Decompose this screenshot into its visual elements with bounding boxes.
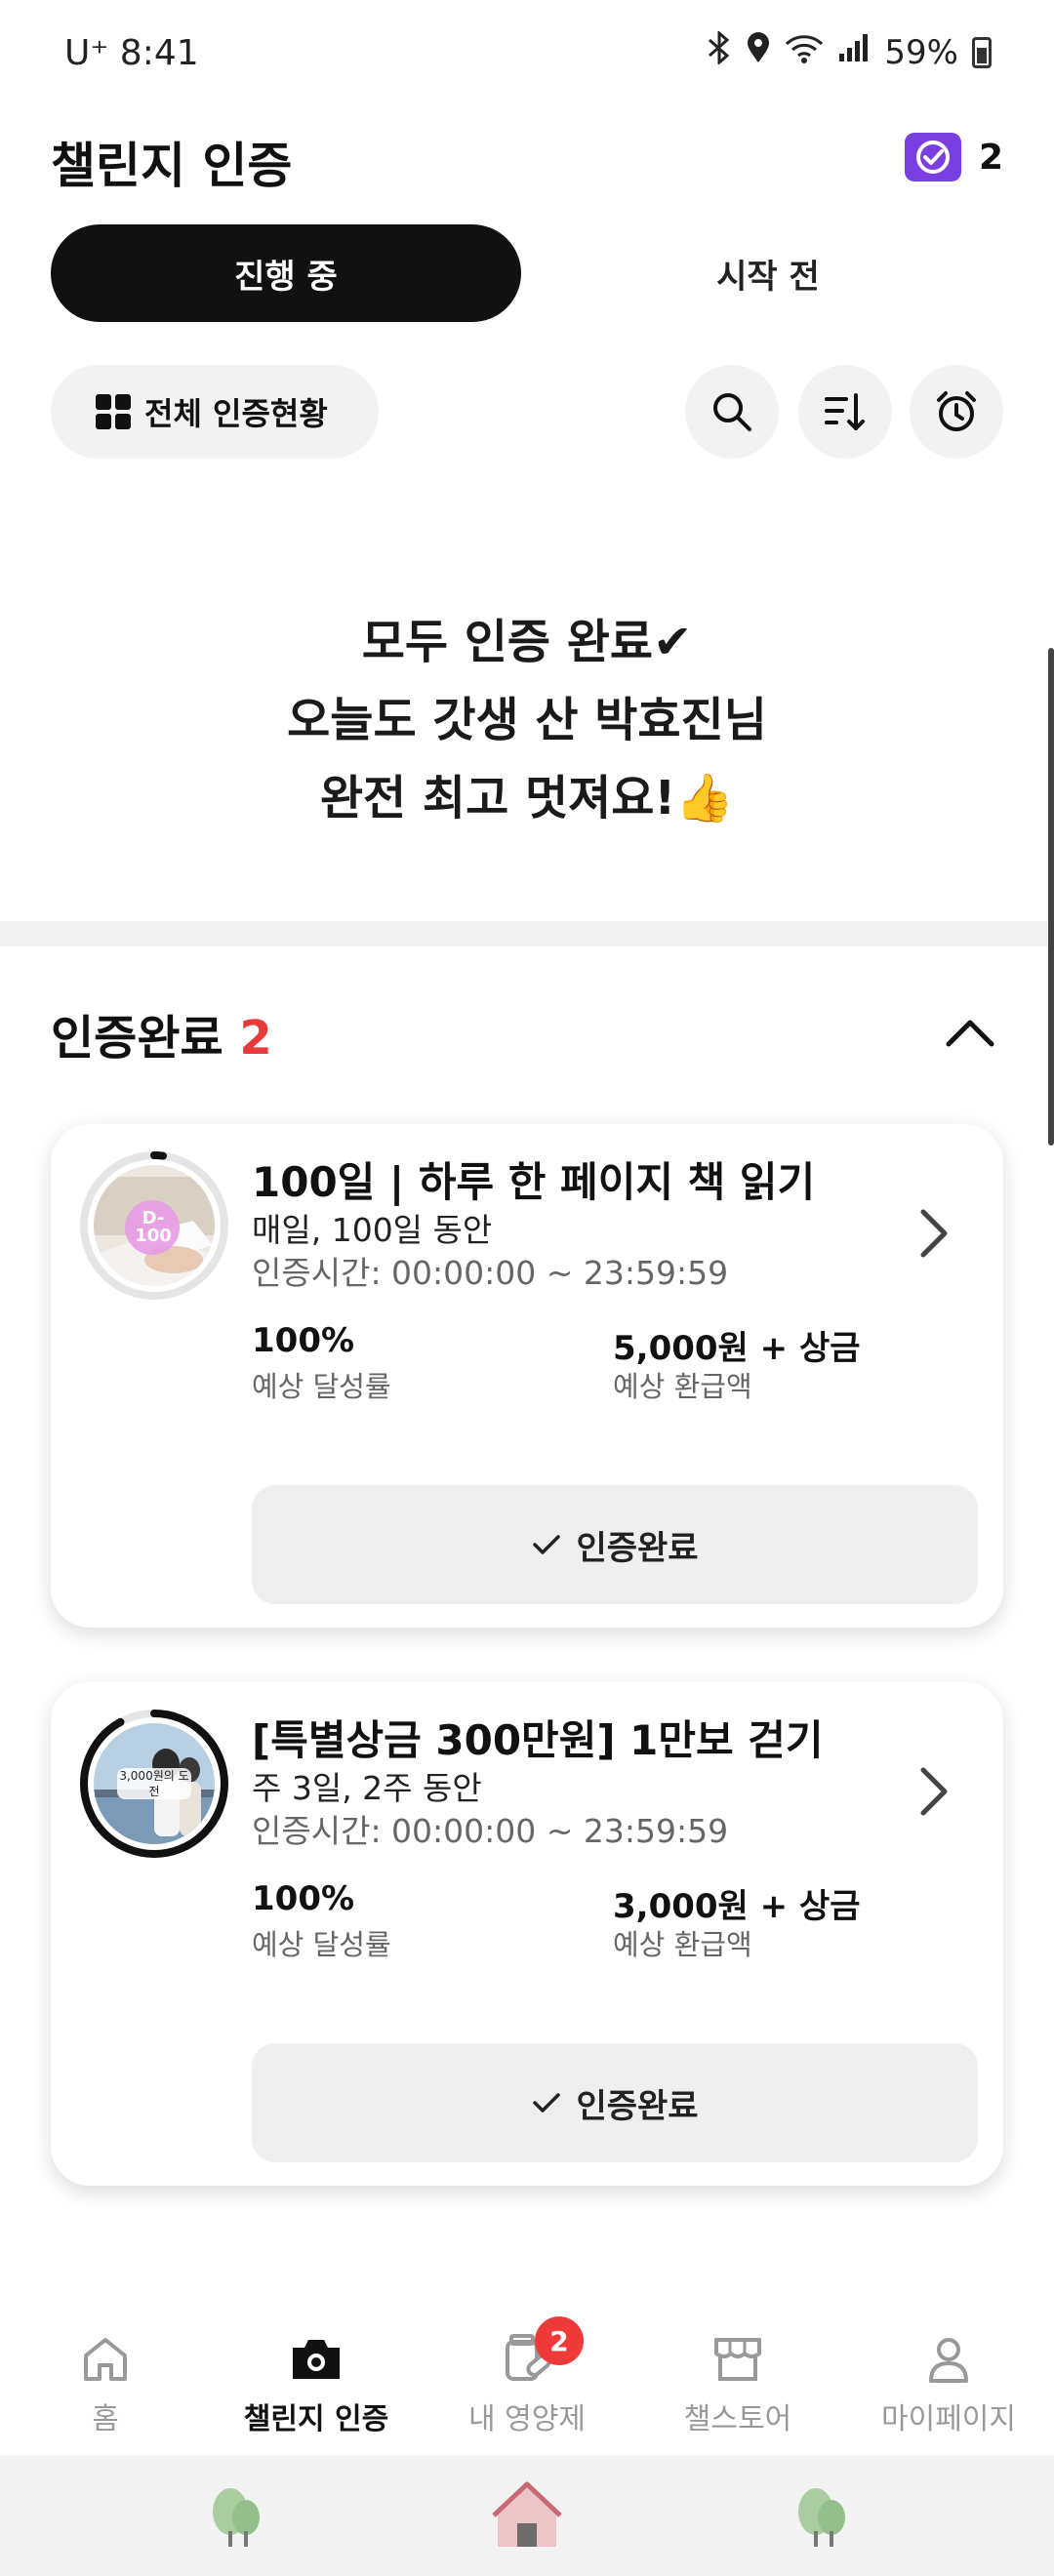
page-title: 챌린지 인증 xyxy=(51,138,293,194)
status-bar: U⁺ 8:41 59% xyxy=(0,0,1054,107)
nav-label: 홈 xyxy=(92,2402,119,2436)
nav-label: 챌린지 인증 xyxy=(243,2402,389,2436)
tree-icon[interactable] xyxy=(783,2476,861,2555)
signal-icon xyxy=(837,32,871,72)
verified-check-icon xyxy=(904,133,961,181)
achievement-rate-label: 예상 달성률 xyxy=(252,1928,391,1961)
search-icon xyxy=(713,393,751,431)
check-icon xyxy=(533,1535,561,1554)
done-label: 인증완료 xyxy=(576,2086,699,2126)
nav-label: 마이페이지 xyxy=(881,2402,1016,2436)
thumbnail-tag: 3,000원의 도전 xyxy=(117,1768,191,1799)
overview-label: 전체 인증현황 xyxy=(144,395,328,432)
card-verify-time: 인증시간: 00:00:00 ~ 23:59:59 xyxy=(252,1254,729,1292)
status-icons: 59% xyxy=(707,29,992,73)
scroll-indicator xyxy=(1048,648,1054,1146)
refund-label: 예상 환급액 xyxy=(613,1928,752,1961)
home-house-icon[interactable] xyxy=(488,2476,566,2555)
wifi-icon xyxy=(785,32,824,72)
completion-message: 모두 인증 완료✔ 오늘도 갓생 산 박효진님 완전 최고 멋져요!👍 xyxy=(0,603,1054,837)
section-title: 인증완료 2 xyxy=(51,999,272,1067)
section-divider xyxy=(0,921,1054,946)
card-verify-time: 인증시간: 00:00:00 ~ 23:59:59 xyxy=(252,1812,729,1850)
nav-supplements[interactable]: 2 내 영양제 xyxy=(422,2316,632,2437)
store-icon xyxy=(709,2330,767,2389)
refund-label: 예상 환급액 xyxy=(613,1370,752,1403)
card-title: [특별상금 300만원] 1만보 걷기 xyxy=(252,1716,824,1764)
check-icon xyxy=(533,2093,561,2113)
tree-icon[interactable] xyxy=(197,2476,275,2555)
chevron-up-icon xyxy=(946,1020,994,1047)
section-title-label: 인증완료 xyxy=(51,1011,223,1066)
chevron-right-icon[interactable] xyxy=(913,1206,953,1261)
supplement-icon: 2 xyxy=(498,2316,584,2389)
achievement-rate-label: 예상 달성률 xyxy=(252,1370,391,1403)
collapse-button[interactable] xyxy=(941,1005,999,1064)
challenge-thumbnail: 3,000원의 도전 xyxy=(76,1706,232,1862)
bluetooth-icon xyxy=(707,29,732,73)
nav-label: 챌스토어 xyxy=(683,2402,792,2436)
challenge-card[interactable]: D-100 100일 | 하루 한 페이지 책 읽기 매일, 100일 동안 인… xyxy=(51,1124,1003,1628)
nav-badge: 2 xyxy=(535,2316,584,2365)
achievement-rate-value: 100% xyxy=(252,1879,355,1918)
card-title: 100일 | 하루 한 페이지 책 읽기 xyxy=(252,1158,816,1206)
card-frequency: 주 3일, 2주 동안 xyxy=(252,1769,482,1807)
message-line-1: 모두 인증 완료✔ xyxy=(361,615,693,669)
grid-icon xyxy=(96,394,131,429)
nav-store[interactable]: 챌스토어 xyxy=(632,2330,843,2437)
home-icon xyxy=(76,2330,135,2389)
system-nav-bar xyxy=(0,2455,1054,2576)
tab-bar: 진행 중 시작 전 xyxy=(51,224,1003,322)
section-count: 2 xyxy=(239,1011,272,1066)
challenge-thumbnail: D-100 xyxy=(76,1147,232,1304)
refund-value: 3,000원 + 상금 xyxy=(613,1887,861,1926)
refund-value: 5,000원 + 상금 xyxy=(613,1329,861,1368)
nav-challenge[interactable]: 챌린지 인증 xyxy=(211,2330,422,2437)
achievement-rate-value: 100% xyxy=(252,1321,355,1360)
bottom-nav: 홈 챌린지 인증 2 내 영양제 챌스토어 마이페이지 xyxy=(0,2303,1054,2455)
location-icon xyxy=(746,31,771,73)
challenge-card[interactable]: 3,000원의 도전 [특별상금 300만원] 1만보 걷기 주 3일, 2주 … xyxy=(51,1682,1003,2186)
verification-done-button[interactable]: 인증완료 xyxy=(252,1485,978,1604)
alarm-icon xyxy=(937,391,976,431)
nav-home[interactable]: 홈 xyxy=(0,2330,211,2437)
person-icon xyxy=(919,2330,978,2389)
search-button[interactable] xyxy=(685,365,779,459)
badge-count: 2 xyxy=(978,137,1003,178)
done-label: 인증완료 xyxy=(576,1528,699,1568)
overview-button[interactable]: 전체 인증현황 xyxy=(51,365,379,459)
message-line-2: 오늘도 갓생 산 박효진님 xyxy=(287,693,767,747)
message-line-3: 완전 최고 멋져요!👍 xyxy=(319,771,735,825)
status-carrier-time: U⁺ 8:41 xyxy=(64,33,199,73)
nav-mypage[interactable]: 마이페이지 xyxy=(843,2330,1054,2437)
battery-percent: 59% xyxy=(884,32,958,72)
tab-not-started[interactable]: 시작 전 xyxy=(533,224,1003,322)
chevron-right-icon[interactable] xyxy=(913,1764,953,1819)
sort-button[interactable] xyxy=(798,365,892,459)
nav-label: 내 영양제 xyxy=(468,2402,586,2436)
thumbnail-tag: D-100 xyxy=(135,1208,172,1246)
verified-badge[interactable]: 2 xyxy=(904,133,1003,181)
card-frequency: 매일, 100일 동안 xyxy=(252,1211,493,1249)
alarm-button[interactable] xyxy=(910,365,1003,459)
tab-in-progress[interactable]: 진행 중 xyxy=(51,224,521,322)
verification-done-button[interactable]: 인증완료 xyxy=(252,2043,978,2162)
camera-icon xyxy=(287,2330,345,2389)
sort-icon xyxy=(825,393,865,430)
battery-icon xyxy=(972,36,992,68)
